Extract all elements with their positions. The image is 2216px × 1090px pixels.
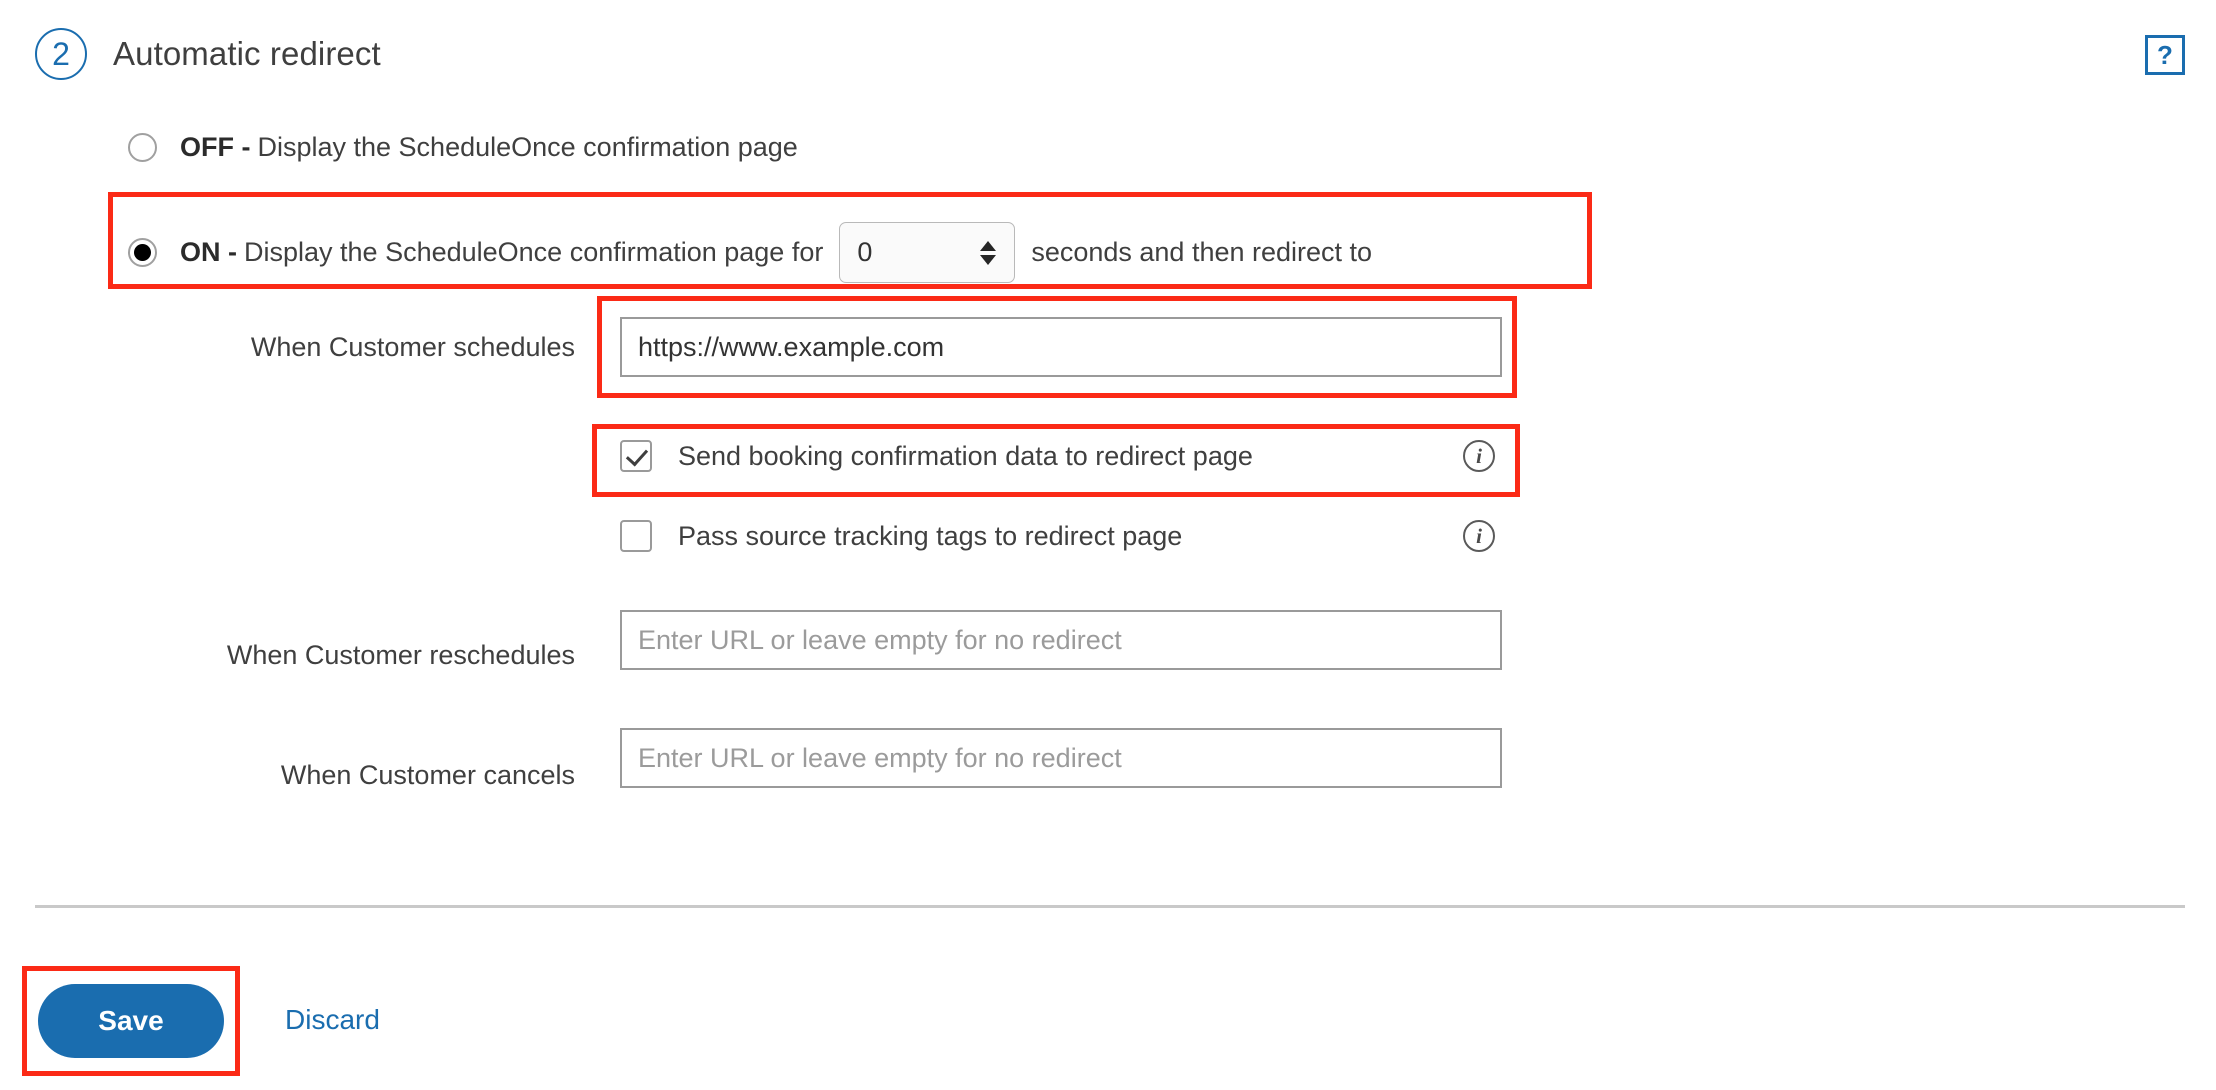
checkbox-send-booking-data-label: Send booking confirmation data to redire… — [678, 440, 1253, 471]
label-when-customer-reschedules: When Customer reschedules — [226, 640, 575, 670]
reschedules-url-input[interactable]: Enter URL or leave empty for no redirect — [620, 610, 1502, 670]
info-icon-pass-tracking-tags[interactable]: i — [1463, 520, 1495, 552]
save-button[interactable]: Save — [38, 984, 224, 1058]
step-number-badge: 2 — [35, 28, 87, 80]
radio-off-label: Display the ScheduleOnce confirmation pa… — [257, 132, 798, 162]
stepper-up-icon[interactable] — [980, 240, 997, 251]
label-when-customer-cancels: When Customer cancels — [280, 760, 575, 790]
radio-off[interactable] — [128, 133, 157, 162]
schedules-url-input[interactable]: https://www.example.com — [620, 317, 1502, 377]
radio-row-on[interactable]: ON - Display the ScheduleOnce confirmati… — [128, 222, 1372, 283]
radio-off-strong-label: OFF - — [180, 132, 251, 162]
radio-row-off[interactable]: OFF - Display the ScheduleOnce confirmat… — [128, 132, 798, 163]
help-icon[interactable]: ? — [2145, 35, 2185, 75]
delay-seconds-stepper[interactable]: 0 — [839, 222, 1016, 283]
checkbox-pass-tracking-tags-label: Pass source tracking tags to redirect pa… — [678, 520, 1183, 551]
radio-on-label-before: Display the ScheduleOnce confirmation pa… — [244, 237, 824, 267]
discard-button[interactable]: Discard — [285, 1004, 380, 1036]
info-icon-send-booking-data[interactable]: i — [1463, 440, 1495, 472]
label-when-customer-schedules: When Customer schedules — [250, 332, 575, 362]
checkbox-row-pass-tracking-tags[interactable]: Pass source tracking tags to redirect pa… — [620, 520, 1182, 552]
checkbox-pass-tracking-tags[interactable] — [620, 520, 652, 552]
section-header: 2 Automatic redirect — [35, 28, 381, 80]
delay-seconds-value: 0 — [857, 237, 873, 267]
cancels-url-input[interactable]: Enter URL or leave empty for no redirect — [620, 728, 1502, 788]
radio-on-label-after: seconds and then redirect to — [1031, 237, 1373, 267]
footer-divider — [35, 905, 2185, 908]
checkbox-row-send-booking-data[interactable]: Send booking confirmation data to redire… — [620, 440, 1253, 472]
checkbox-send-booking-data[interactable] — [620, 440, 652, 472]
stepper-down-icon[interactable] — [980, 254, 997, 265]
radio-on[interactable] — [128, 238, 157, 267]
page-title: Automatic redirect — [113, 35, 381, 72]
radio-on-strong-label: ON - — [180, 237, 237, 267]
stepper-arrows[interactable] — [980, 240, 997, 265]
